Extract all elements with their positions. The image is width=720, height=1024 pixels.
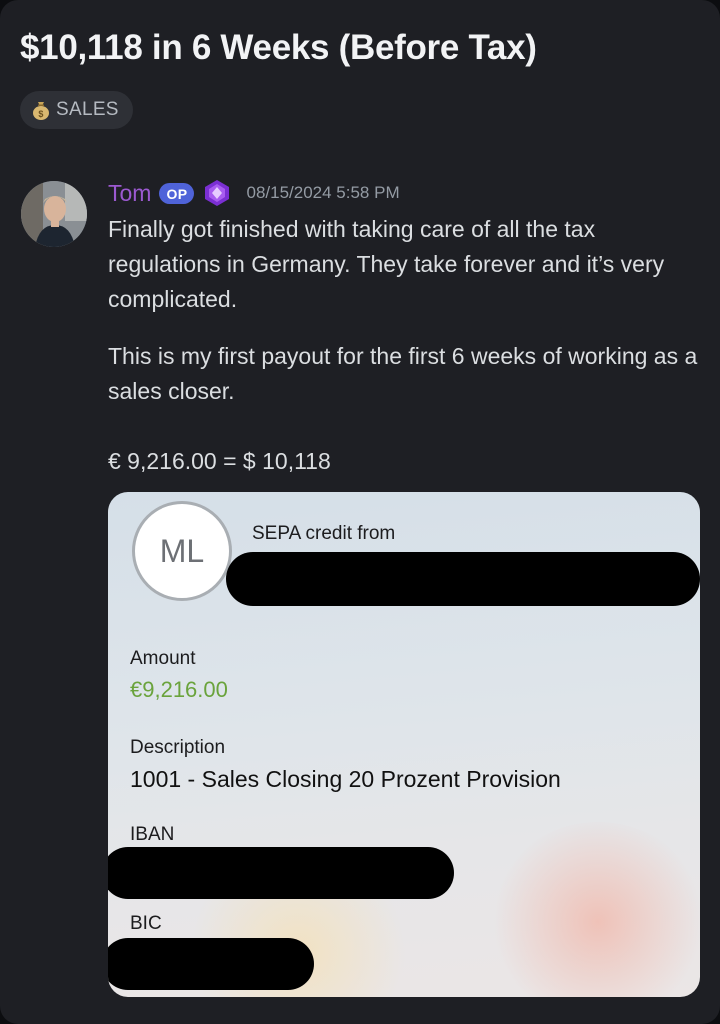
svg-text:$: $: [38, 109, 43, 119]
background-blob: [488, 822, 700, 997]
redaction-iban: [108, 847, 454, 899]
description-label: Description: [130, 737, 226, 758]
thread-title: $10,118 in 6 Weeks (Before Tax): [20, 28, 537, 67]
message-paragraph: € 9,216.00 = $ 10,118: [108, 448, 331, 474]
sepa-label: SEPA credit from: [252, 523, 396, 544]
username[interactable]: Tom: [108, 180, 151, 207]
tag-label: SALES: [56, 99, 119, 120]
message-paragraph: This is my first payout for the first 6 …: [108, 343, 698, 404]
op-badge: OP: [159, 182, 195, 204]
timestamp: 08/15/2024 5:58 PM: [246, 183, 400, 202]
role-gem-icon[interactable]: [202, 178, 232, 208]
money-bag-icon: $: [32, 100, 50, 120]
message-header: Tom OP 08/15/2024 5:58 PM: [108, 176, 400, 210]
description-value: 1001 - Sales Closing 20 Prozent Provisio…: [130, 766, 561, 792]
message-body: Finally got finished with taking care of…: [108, 212, 698, 479]
avatar[interactable]: [21, 181, 87, 247]
redaction-bic: [108, 938, 314, 990]
forum-post-panel: $10,118 in 6 Weeks (Before Tax) $ SALES …: [0, 0, 720, 1024]
sender-avatar: ML: [132, 501, 232, 601]
iban-label: IBAN: [130, 824, 175, 845]
bic-label: BIC: [130, 913, 162, 934]
tag-sales[interactable]: $ SALES: [20, 91, 133, 129]
bank-transfer-screenshot[interactable]: ML SEPA credit from Amount €9,216.00 Des…: [108, 492, 700, 997]
message-paragraph: Finally got finished with taking care of…: [108, 216, 665, 312]
amount-label: Amount: [130, 648, 196, 669]
redaction-sender: [226, 552, 700, 606]
amount-value: €9,216.00: [130, 677, 228, 702]
